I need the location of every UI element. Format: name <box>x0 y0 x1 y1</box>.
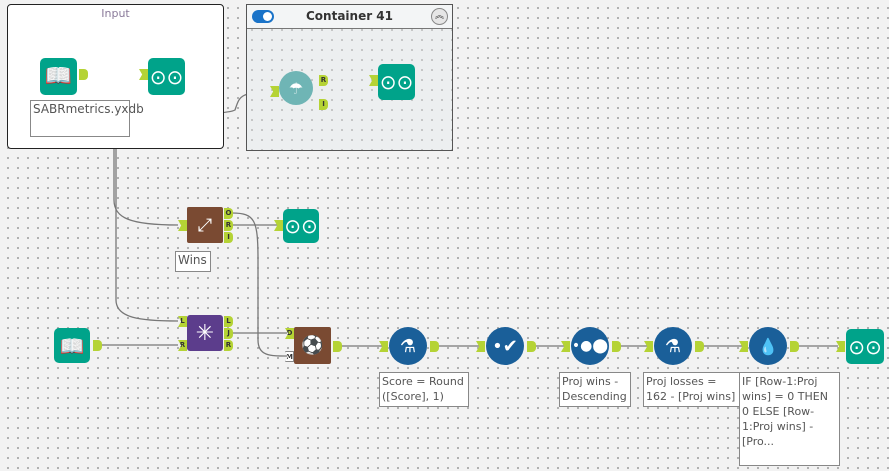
binoculars-icon: ⊙⊙ <box>149 64 184 89</box>
output-anchor[interactable] <box>430 341 439 352</box>
browse-tool[interactable]: ⊙⊙ <box>148 58 185 95</box>
book-icon: 📖 <box>44 64 73 89</box>
browse-tool[interactable]: ⊙⊙ <box>378 64 415 100</box>
annotation-formula2: Proj losses = 162 - [Proj wins] <box>643 372 741 407</box>
formula-tool[interactable]: ⚗ <box>654 327 692 365</box>
binoculars-icon: ⊙⊙ <box>379 70 414 94</box>
binoculars-icon: ⊙⊙ <box>284 214 318 238</box>
checkmark-icon: •✔ <box>492 335 518 357</box>
umbrella-icon: ☂ <box>288 78 304 98</box>
anchor-l[interactable]: L <box>224 316 233 327</box>
annotation-formula1: Score = Round ([Score], 1) <box>379 372 469 407</box>
input-data-tool[interactable]: 📖 <box>40 58 77 95</box>
output-anchor[interactable] <box>333 341 342 352</box>
anchor-j[interactable]: J <box>224 328 233 339</box>
binoculars-icon: ⊙⊙ <box>848 334 882 359</box>
container-title: Container 41 <box>305 9 394 23</box>
annotation-input-file: SABRmetrics.yxdb <box>30 100 144 137</box>
output-anchor[interactable] <box>527 341 536 352</box>
flask-icon: ⚗ <box>399 335 417 357</box>
formula-tool[interactable]: ⚗ <box>389 327 427 365</box>
container-41[interactable]: Container 41 ︽ <box>246 4 453 151</box>
output-anchor[interactable] <box>79 69 88 80</box>
annotation-multirow: IF [Row-1:Proj wins] = 0 THEN 0 ELSE [Ro… <box>739 372 840 466</box>
sort-tool[interactable]: •●⬤ <box>571 327 609 365</box>
anchor-r[interactable]: R <box>224 340 233 351</box>
score-tool[interactable]: ⚽ <box>294 327 331 364</box>
annotation-wins: Wins <box>175 251 211 272</box>
r-tool[interactable]: ☂ <box>279 71 313 105</box>
container-header[interactable]: Container 41 ︽ <box>247 5 452 29</box>
anchor-r[interactable]: R <box>224 220 233 231</box>
score-icon: ⚽ <box>301 335 324 356</box>
annotation-sort: Proj wins - Descending <box>559 372 631 407</box>
droplet-icon: 💧 <box>758 336 778 356</box>
output-anchor[interactable] <box>93 340 102 351</box>
scatter-icon: ⤢ <box>197 214 213 236</box>
output-anchor[interactable] <box>612 341 621 352</box>
sort-dots-icon: •●⬤ <box>571 338 609 354</box>
input-data-tool[interactable]: 📖 <box>54 328 90 363</box>
multi-row-formula-tool[interactable]: 💧 <box>749 327 787 365</box>
output-anchor[interactable] <box>695 341 704 352</box>
anchor-r[interactable]: R <box>319 75 328 86</box>
join-tool[interactable]: ✳ <box>187 315 223 351</box>
anchor-i[interactable]: I <box>319 99 328 110</box>
anchor-i[interactable]: I <box>224 232 233 243</box>
select-tool[interactable]: •✔ <box>486 327 524 365</box>
join-icon: ✳ <box>195 320 215 346</box>
linear-regression-tool[interactable]: ⤢ <box>187 207 223 243</box>
collapse-icon[interactable]: ︽ <box>431 8 448 25</box>
flask-icon: ⚗ <box>664 335 682 357</box>
browse-tool[interactable]: ⊙⊙ <box>846 329 884 364</box>
browse-tool[interactable]: ⊙⊙ <box>283 209 319 243</box>
book-icon: 📖 <box>59 333 85 358</box>
container-title: Input <box>101 7 130 20</box>
output-anchor[interactable] <box>790 341 799 352</box>
anchor-o[interactable]: O <box>224 208 233 219</box>
